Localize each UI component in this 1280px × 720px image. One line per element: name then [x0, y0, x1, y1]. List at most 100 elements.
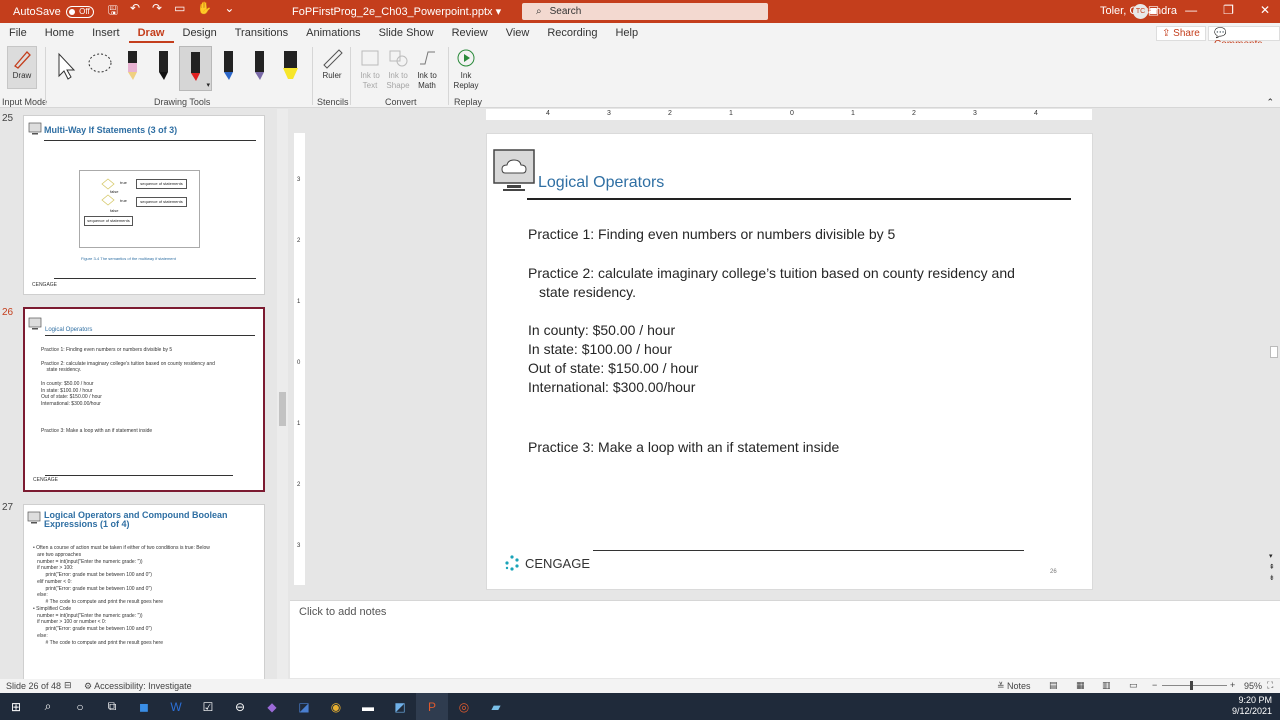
notes-toggle[interactable]: ≚ Notes — [997, 681, 1031, 692]
ink-to-shape-button[interactable]: Ink to Shape — [384, 47, 412, 91]
slide-scrollbar[interactable]: ▾ ⇞ ⇟ — [1268, 108, 1280, 598]
accessibility-status[interactable]: ⚙ Accessibility: Investigate — [84, 681, 192, 692]
slide-editor[interactable]: Logical Operators Practice 1: Finding ev… — [486, 133, 1093, 590]
chevron-down-icon[interactable]: ▾ — [206, 81, 210, 89]
scroll-arrows[interactable]: ▾ ⇞ ⇟ — [1269, 551, 1275, 584]
comments-button[interactable]: 💬 Comments — [1208, 26, 1280, 50]
slide-thumbnail-26[interactable]: Logical Operators Practice 1: Finding ev… — [23, 307, 265, 492]
highlighter-yellow-icon[interactable] — [279, 46, 301, 84]
horizontal-ruler[interactable]: 4 3 2 1 0 1 2 3 4 — [486, 109, 1092, 120]
tab-help[interactable]: Help — [606, 23, 647, 43]
reading-view-icon[interactable]: ▥ — [1102, 680, 1111, 691]
notepad-icon[interactable]: ▰ — [480, 693, 512, 720]
zoom-out-icon[interactable]: − — [1152, 680, 1157, 690]
ruler-button[interactable]: Ruler — [318, 47, 346, 80]
visual-studio-icon[interactable]: ◆ — [256, 693, 288, 720]
draw-pen-icon — [14, 51, 31, 69]
practice-2-cont[interactable]: state residency. — [539, 283, 636, 302]
customize-qat-icon[interactable]: ⌄ — [224, 1, 234, 22]
notes-placeholder[interactable]: Click to add notes — [299, 606, 386, 618]
scroll-thumb[interactable] — [279, 392, 286, 426]
tab-animations[interactable]: Animations — [297, 23, 369, 43]
windows-start-icon[interactable]: ⊞ — [0, 693, 32, 720]
tab-draw[interactable]: Draw — [128, 23, 174, 43]
collapse-ribbon-icon[interactable]: ⌃ — [1266, 97, 1274, 108]
redo-icon[interactable]: ↷ — [152, 1, 162, 22]
ink-to-math-button[interactable]: Ink to Math — [412, 47, 442, 91]
snipping-tool-icon[interactable]: ◎ — [448, 693, 480, 720]
media-icon[interactable]: ⊖ — [224, 693, 256, 720]
present-icon[interactable]: ▭ — [174, 1, 185, 22]
zoom-slider-thumb[interactable] — [1190, 681, 1193, 690]
tab-slide-show[interactable]: Slide Show — [370, 23, 443, 43]
tasks-icon[interactable]: ☑ — [192, 693, 224, 720]
thumbnail-scrollbar[interactable] — [277, 109, 288, 679]
file-explorer-icon[interactable]: ◩ — [384, 693, 416, 720]
pencil-pink-icon[interactable] — [121, 46, 143, 84]
slide-title[interactable]: Logical Operators — [538, 174, 664, 192]
tab-design[interactable]: Design — [174, 23, 226, 43]
chrome-icon[interactable]: ◉ — [320, 693, 352, 720]
slide-number-footer: 26 — [1050, 569, 1057, 575]
minimize-icon[interactable]: — — [1185, 3, 1197, 17]
tab-transitions[interactable]: Transitions — [226, 23, 297, 43]
clock[interactable]: 9:20 PM 9/12/2021 — [1232, 695, 1272, 717]
slide-thumbnail-25[interactable]: Multi-Way If Statements (3 of 3) sequenc… — [23, 115, 265, 295]
slide-thumbnail-27[interactable]: Logical Operators and Compound Boolean E… — [23, 504, 265, 684]
outlook-icon[interactable]: ◼ — [128, 693, 160, 720]
search-icon[interactable]: ⌕ — [32, 693, 64, 720]
powerpoint-icon[interactable]: P — [416, 693, 448, 720]
normal-view-icon[interactable]: ▤ — [1049, 680, 1058, 691]
zoom-level[interactable]: 95% — [1244, 681, 1262, 691]
fit-slide-icon[interactable]: ⛶ — [1267, 680, 1273, 691]
slide-sorter-icon[interactable]: ▦ — [1076, 680, 1085, 691]
practice-3[interactable]: Practice 3: Make a loop with an if state… — [528, 438, 839, 457]
ribbon-display-icon[interactable]: ▣ — [1148, 3, 1159, 17]
share-button[interactable]: ⇪ Share — [1156, 26, 1206, 41]
rate-out-of-state[interactable]: Out of state: $150.00 / hour — [528, 359, 698, 378]
pen-blue-icon[interactable] — [217, 46, 239, 84]
autosave-toggle[interactable]: AutoSave Off — [13, 5, 94, 18]
select-arrow-icon[interactable] — [55, 46, 77, 84]
practice-1[interactable]: Practice 1: Finding even numbers or numb… — [528, 225, 895, 244]
tab-view[interactable]: View — [497, 23, 539, 43]
slideshow-icon[interactable]: ▭ — [1129, 680, 1138, 691]
undo-icon[interactable]: ↶ — [130, 1, 140, 22]
cortana-icon[interactable]: ○ — [64, 693, 96, 720]
save-icon[interactable]: 🖫 — [108, 1, 118, 22]
lasso-select-icon[interactable] — [86, 46, 114, 84]
vertical-ruler[interactable]: 3 2 1 0 1 2 3 — [294, 133, 305, 585]
zoom-slider[interactable] — [1162, 681, 1227, 690]
tab-home[interactable]: Home — [36, 23, 83, 43]
rate-international[interactable]: International: $300.00/hour — [528, 378, 695, 397]
autosave-switch[interactable]: Off — [65, 5, 94, 18]
ink-replay-button[interactable]: Ink Replay — [452, 47, 480, 91]
draw-button[interactable]: Draw — [7, 46, 37, 89]
terminal-icon[interactable]: ▬ — [352, 693, 384, 720]
ink-to-text-button[interactable]: Ink to Text — [356, 47, 384, 91]
document-title: FoPFirstProg_2e_Ch03_Powerpoint.pptx ▾ — [292, 6, 502, 18]
tab-insert[interactable]: Insert — [83, 23, 129, 43]
thumb-underline — [44, 140, 256, 141]
restore-icon[interactable]: ❐ — [1223, 3, 1234, 17]
code-icon[interactable]: ◪ — [288, 693, 320, 720]
practice-2[interactable]: Practice 2: calculate imaginary college’… — [528, 264, 1015, 283]
zoom-in-icon[interactable]: + — [1230, 680, 1235, 690]
pen-black-icon[interactable] — [152, 46, 174, 84]
rate-in-state[interactable]: In state: $100.00 / hour — [528, 340, 672, 359]
close-icon[interactable]: ✕ — [1260, 3, 1270, 17]
tab-file[interactable]: File — [0, 23, 36, 43]
tab-recording[interactable]: Recording — [538, 23, 606, 43]
task-view-icon[interactable]: ⧉ — [96, 693, 128, 720]
search-box[interactable]: ⌕ Search — [522, 3, 768, 20]
pen-red-selected[interactable]: ▾ — [179, 46, 212, 91]
notes-pane[interactable]: Click to add notes — [290, 600, 1280, 678]
rate-in-county[interactable]: In county: $50.00 / hour — [528, 321, 675, 340]
word-icon[interactable]: W — [160, 693, 192, 720]
tab-review[interactable]: Review — [443, 23, 497, 43]
pen-galaxy-icon[interactable] — [248, 46, 270, 84]
scroll-thumb[interactable] — [1270, 346, 1278, 358]
spellcheck-icon[interactable]: ⊟ — [64, 680, 72, 691]
avatar[interactable]: TC — [1133, 4, 1148, 19]
touch-mode-icon[interactable]: ✋ — [197, 1, 212, 22]
